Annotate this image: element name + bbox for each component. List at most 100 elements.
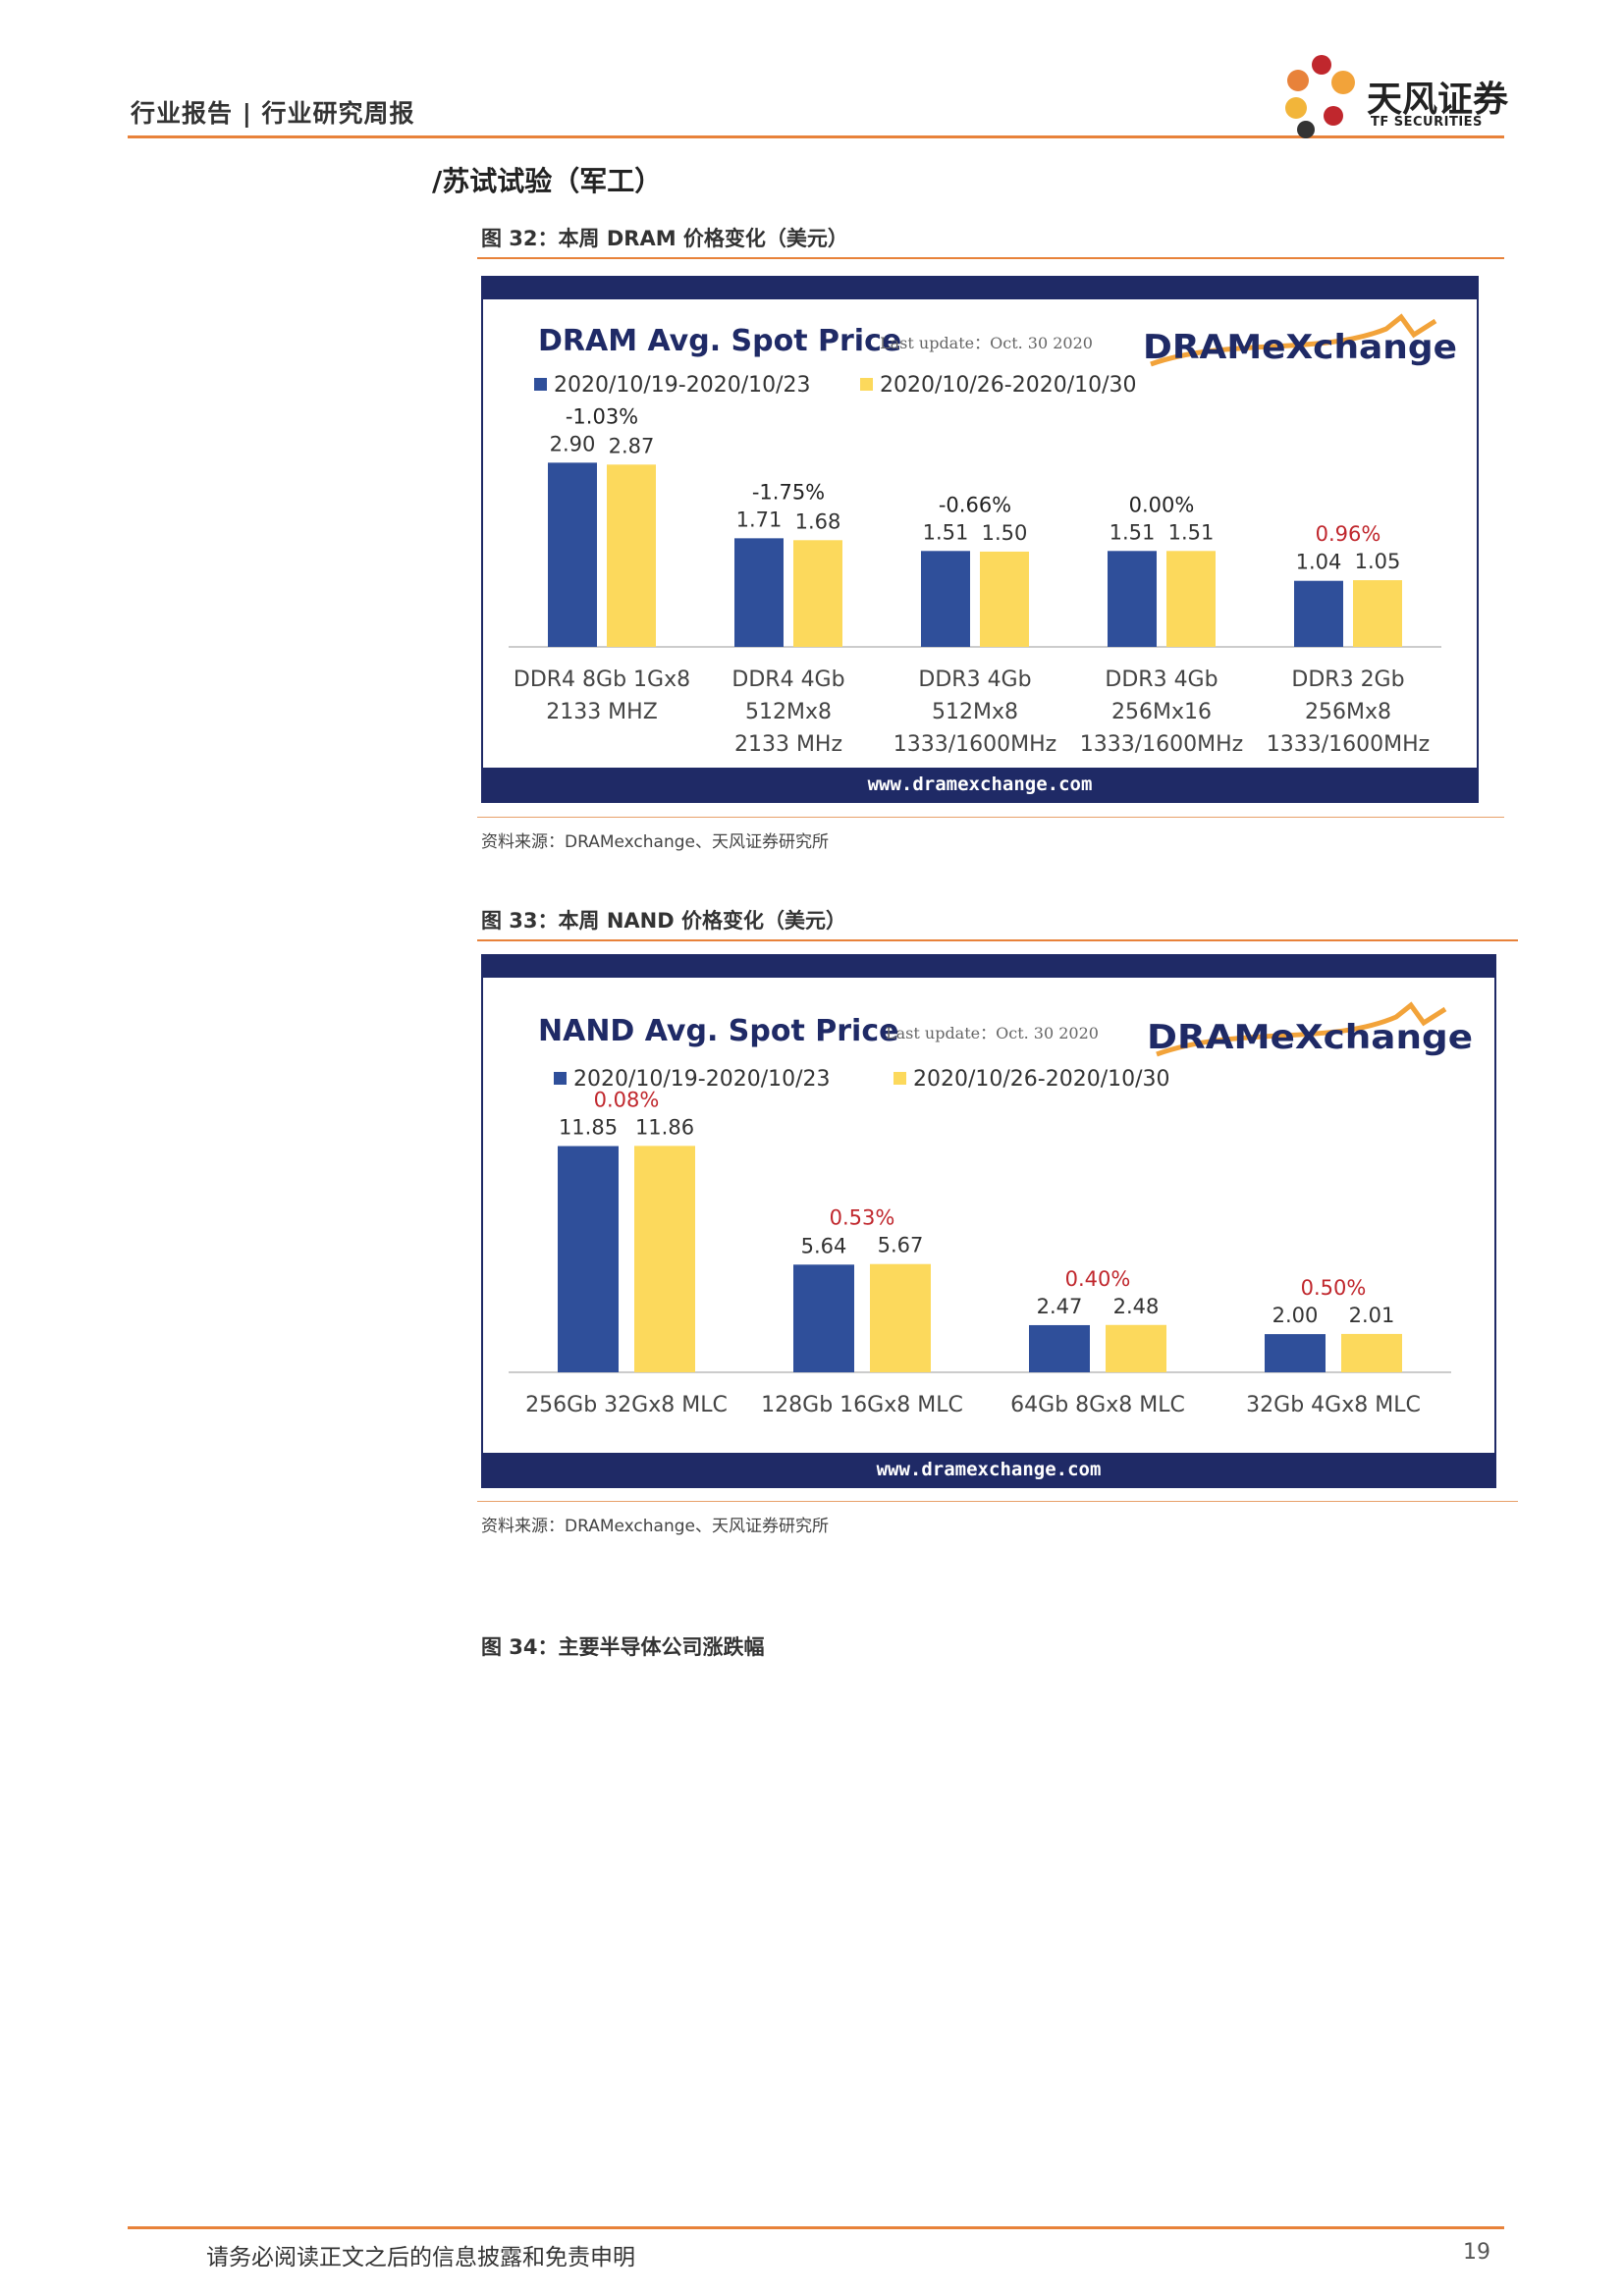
undefined-value-s0-c1: 1.71 [736, 507, 783, 531]
logo-petals-icon [1285, 55, 1355, 138]
undefined-category-label-0-1: 2133 MHZ [546, 700, 658, 724]
figure-33-source: 资料来源：DRAMexchange、天风证券研究所 [481, 1517, 829, 1536]
undefined-update: Last update：Oct. 30 2020 [886, 1024, 1099, 1042]
undefined-value-s0-c4: 1.04 [1296, 551, 1342, 574]
undefined-category-label-1-0: 128Gb 16Gx8 MLC [761, 1393, 963, 1417]
undefined-category-label-1-2: 2133 MHz [734, 732, 842, 757]
figure-32-top-rule [477, 257, 1504, 259]
undefined-value-s1-c3: 1.51 [1168, 520, 1215, 544]
figure-34-caption: 图 34：主要半导体公司涨跌幅 [481, 1635, 765, 1659]
figure-33-caption: 图 33：本周 NAND 价格变化（美元） [481, 909, 846, 933]
undefined-value-s1-c3: 2.01 [1349, 1304, 1395, 1327]
section-heading: /苏试试验（军工） [432, 165, 663, 197]
figure-32-caption: 图 32：本周 DRAM 价格变化（美元） [481, 227, 848, 250]
undefined-value-s1-c2: 1.50 [982, 521, 1028, 545]
undefined-bar-s0-c1 [793, 1264, 854, 1372]
undefined-change-label-2: -0.66% [939, 493, 1011, 516]
figure-33-bottom-rule [477, 1501, 1518, 1502]
undefined-value-s1-c4: 1.05 [1355, 550, 1401, 573]
undefined-bar-s0-c1 [734, 538, 784, 647]
undefined-value-s1-c2: 2.48 [1113, 1295, 1160, 1318]
undefined-legend-swatch-1 [893, 1072, 906, 1085]
undefined-value-s0-c3: 2.00 [1272, 1304, 1319, 1327]
undefined-top-band [483, 278, 1477, 299]
undefined-value-s0-c1: 5.64 [801, 1234, 847, 1257]
undefined-bar-s1-c1 [870, 1263, 931, 1372]
undefined-legend-swatch-1 [860, 378, 873, 391]
page-number: 19 [1463, 2240, 1490, 2265]
undefined-url: www.dramexchange.com [868, 774, 1093, 795]
footer-disclaimer: 请务必阅读正文之后的信息披露和免责申明 [206, 2245, 635, 2270]
undefined-category-label-2-2: 1333/1600MHz [893, 732, 1056, 757]
undefined-brand-name: DRAMeXchange [1143, 328, 1457, 367]
undefined-category-label-3-1: 256Mx16 [1111, 700, 1212, 724]
undefined-category-label-3-0: DDR3 4Gb [1105, 667, 1218, 692]
undefined-category-label-2-0: DDR3 4Gb [918, 667, 1031, 692]
undefined-category-label-4-1: 256Mx8 [1305, 700, 1391, 724]
undefined-change-label-0: 0.08% [594, 1088, 660, 1111]
figure-32-bottom-rule [477, 817, 1504, 818]
undefined-value-s1-c1: 5.67 [878, 1234, 924, 1257]
undefined-bar-s0-c2 [1029, 1324, 1090, 1372]
report-header-title: 行业报告 | 行业研究周报 [131, 99, 415, 128]
undefined-bar-s1-c0 [607, 464, 656, 647]
undefined-value-s0-c2: 1.51 [923, 520, 969, 544]
logo-name-en: TF SECURITIES [1371, 115, 1483, 130]
undefined-title: NAND Avg. Spot Price [538, 1014, 898, 1048]
undefined-value-s0-c0: 2.90 [550, 432, 596, 455]
undefined-bar-s1-c3 [1166, 551, 1216, 647]
undefined-bar-s1-c3 [1341, 1333, 1402, 1372]
undefined-title: DRAM Avg. Spot Price [538, 324, 901, 358]
undefined-bar-s1-c2 [980, 551, 1029, 647]
undefined-change-label-1: -1.75% [752, 480, 825, 504]
undefined-bar-s1-c0 [634, 1146, 695, 1372]
nand-chart-svg: www.dramexchange.com NAND Avg. Spot Price… [483, 956, 1494, 1486]
undefined-brand-name: DRAMeXchange [1147, 1018, 1473, 1057]
dram-chart: www.dramexchange.com DRAM Avg. Spot Price… [481, 276, 1479, 803]
undefined-value-s0-c3: 1.51 [1110, 520, 1156, 544]
undefined-category-label-0-0: DDR4 8Gb 1Gx8 [514, 667, 690, 692]
undefined-change-label-4: 0.96% [1316, 522, 1381, 546]
undefined-value-s1-c0: 2.87 [609, 434, 655, 457]
undefined-bar-s1-c2 [1106, 1324, 1166, 1372]
figure-33-top-rule [477, 939, 1518, 941]
undefined-legend-swatch-0 [534, 378, 547, 391]
undefined-change-label-3: 0.00% [1129, 493, 1195, 516]
undefined-bar-s0-c3 [1265, 1334, 1326, 1372]
undefined-value-s0-c2: 2.47 [1037, 1295, 1083, 1318]
undefined-category-label-4-2: 1333/1600MHz [1267, 732, 1430, 757]
undefined-value-s0-c0: 11.85 [559, 1116, 618, 1140]
undefined-bar-s1-c1 [793, 540, 842, 647]
undefined-change-label-1: 0.53% [830, 1206, 895, 1230]
undefined-value-s1-c1: 1.68 [795, 509, 841, 533]
figure-32-source: 资料来源：DRAMexchange、天风证券研究所 [481, 832, 829, 852]
undefined-category-label-4-0: DDR3 2Gb [1291, 667, 1404, 692]
footer-divider [128, 2226, 1504, 2229]
company-logo: 天风证券 TF SECURITIES [1276, 51, 1512, 139]
undefined-update: Last update：Oct. 30 2020 [880, 334, 1093, 352]
undefined-legend-label-0: 2020/10/19-2020/10/23 [554, 373, 811, 398]
undefined-bar-s0-c4 [1294, 580, 1343, 647]
undefined-change-label-0: -1.03% [566, 404, 638, 428]
undefined-legend-label-1: 2020/10/26-2020/10/30 [880, 373, 1137, 398]
undefined-legend-label-1: 2020/10/26-2020/10/30 [913, 1067, 1170, 1092]
undefined-bar-s0-c2 [921, 551, 970, 647]
undefined-category-label-1-0: DDR4 4Gb [731, 667, 844, 692]
nand-chart: www.dramexchange.com NAND Avg. Spot Price… [481, 954, 1496, 1488]
undefined-category-label-3-0: 32Gb 4Gx8 MLC [1246, 1393, 1421, 1417]
undefined-bar-s1-c4 [1353, 580, 1402, 647]
undefined-change-label-3: 0.50% [1301, 1276, 1367, 1300]
undefined-change-label-2: 0.40% [1065, 1267, 1131, 1291]
undefined-bar-s0-c0 [558, 1146, 619, 1372]
dram-chart-svg: www.dramexchange.com DRAM Avg. Spot Price… [483, 278, 1477, 801]
undefined-legend-swatch-0 [554, 1072, 567, 1085]
undefined-category-label-1-1: 512Mx8 [745, 700, 832, 724]
undefined-bar-s0-c3 [1108, 551, 1157, 647]
undefined-bar-s0-c0 [548, 462, 597, 647]
undefined-category-label-3-2: 1333/1600MHz [1080, 732, 1243, 757]
undefined-category-label-0-0: 256Gb 32Gx8 MLC [525, 1393, 728, 1417]
undefined-top-band [483, 956, 1494, 978]
undefined-category-label-2-0: 64Gb 8Gx8 MLC [1010, 1393, 1185, 1417]
undefined-value-s1-c0: 11.86 [635, 1115, 694, 1139]
undefined-category-label-2-1: 512Mx8 [932, 700, 1018, 724]
